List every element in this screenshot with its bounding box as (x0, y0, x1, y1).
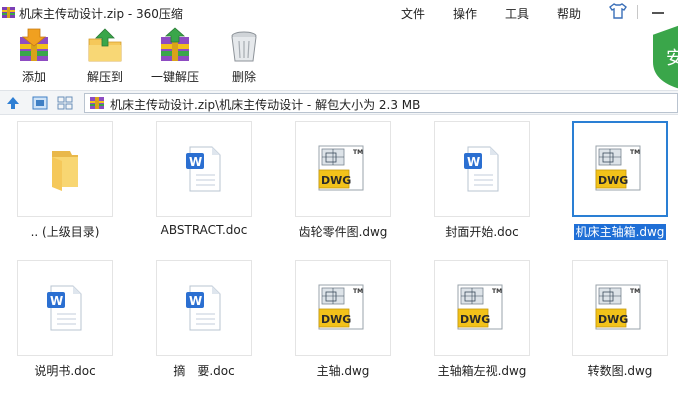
file-name-label: ABSTRACT.doc (144, 223, 264, 237)
menu-file[interactable]: 文件 (401, 5, 425, 22)
trash-icon (231, 31, 257, 62)
one-click-extract-button[interactable]: 一键解压 (147, 27, 203, 89)
file-item[interactable]: DWG TM 主轴.dwg (295, 260, 391, 384)
svg-text:DWG: DWG (321, 174, 351, 187)
file-thumbnail[interactable]: W (156, 121, 252, 217)
file-name-text: 机床主轴箱.dwg (573, 224, 667, 240)
file-name-text: 摘 要.doc (173, 364, 235, 378)
svg-text:DWG: DWG (460, 313, 490, 326)
dwg-file-icon: DWG TM (318, 145, 364, 191)
add-label: 添加 (21, 70, 46, 84)
menu-help[interactable]: 帮助 (557, 5, 581, 22)
toolbar: 添加 解压到 一键解压 删除 (0, 27, 678, 89)
add-archive-icon (20, 28, 48, 61)
word-doc-icon: W (47, 285, 82, 331)
svg-text:TM: TM (353, 149, 363, 156)
security-shield-icon[interactable]: 安 (650, 22, 678, 92)
file-thumbnail[interactable]: W (156, 260, 252, 356)
extract-to-label: 解压到 (86, 70, 123, 84)
file-grid: .. (上级目录) W ABSTRACT.doc DWG TM 齿轮零件图.dwg W 封面开… (0, 116, 678, 408)
svg-text:W: W (467, 155, 480, 169)
svg-text:DWG: DWG (598, 174, 628, 187)
file-thumbnail[interactable]: DWG TM (434, 260, 530, 356)
file-item[interactable]: W 封面开始.doc (434, 121, 530, 245)
svg-text:TM: TM (492, 288, 502, 295)
file-name-label: .. (上级目录) (5, 223, 125, 240)
file-item[interactable]: DWG TM 齿轮零件图.dwg (295, 121, 391, 245)
folder-icon (52, 151, 78, 191)
file-name-text: 主轴.dwg (316, 364, 370, 378)
svg-text:W: W (189, 155, 202, 169)
file-name-text: 说明书.doc (34, 364, 96, 378)
word-doc-icon: W (464, 146, 499, 192)
file-item[interactable]: DWG TM 转数图.dwg (572, 260, 668, 384)
dwg-file-icon: DWG TM (595, 284, 641, 330)
address-row: 机床主传动设计.zip\机床主传动设计 - 解包大小为 2.3 MB (0, 90, 678, 115)
delete-button[interactable]: 删除 (224, 27, 264, 89)
file-item[interactable]: W ABSTRACT.doc (156, 121, 252, 245)
titlebar-separator (637, 5, 638, 19)
title-bar: 机床主传动设计.zip - 360压缩 文件 操作 工具 帮助 (0, 0, 678, 27)
large-icon-view-icon[interactable] (32, 96, 48, 110)
file-name-label: 摘 要.doc (144, 362, 264, 379)
file-name-label: 主轴箱左视.dwg (422, 362, 542, 379)
small-icon-view-icon[interactable] (57, 96, 73, 110)
file-item[interactable]: DWG TM 机床主轴箱.dwg (572, 121, 668, 245)
address-field[interactable]: 机床主传动设计.zip\机床主传动设计 - 解包大小为 2.3 MB (84, 93, 678, 113)
skin-shirt-icon[interactable] (609, 3, 627, 19)
file-name-label: 转数图.dwg (560, 362, 678, 379)
svg-text:TM: TM (630, 288, 640, 295)
file-name-label: 说明书.doc (5, 362, 125, 379)
svg-text:W: W (50, 294, 63, 308)
file-thumbnail[interactable]: W (17, 260, 113, 356)
file-name-text: 主轴箱左视.dwg (437, 364, 527, 378)
file-name-label: 主轴.dwg (283, 362, 403, 379)
app-archive-icon (2, 7, 15, 18)
file-name-label: 机床主轴箱.dwg (560, 223, 678, 240)
dwg-file-icon: DWG TM (318, 284, 364, 330)
address-path: 机床主传动设计.zip\机床主传动设计 - 解包大小为 2.3 MB (110, 98, 421, 112)
file-item[interactable]: W 摘 要.doc (156, 260, 252, 384)
word-doc-icon: W (186, 285, 221, 331)
file-item[interactable]: .. (上级目录) (17, 121, 113, 245)
svg-text:DWG: DWG (598, 313, 628, 326)
extract-to-button[interactable]: 解压到 (80, 27, 130, 89)
menu-tools[interactable]: 工具 (505, 5, 529, 22)
file-item[interactable]: W 说明书.doc (17, 260, 113, 384)
up-arrow-icon[interactable] (6, 96, 20, 110)
minimize-icon[interactable] (652, 12, 664, 14)
file-name-label: 封面开始.doc (422, 223, 542, 240)
file-item[interactable]: DWG TM 主轴箱左视.dwg (434, 260, 530, 384)
add-button[interactable]: 添加 (12, 27, 56, 89)
file-thumbnail[interactable]: W (434, 121, 530, 217)
file-thumbnail[interactable]: DWG TM (295, 260, 391, 356)
svg-text:W: W (189, 294, 202, 308)
file-thumbnail[interactable]: DWG TM (295, 121, 391, 217)
file-name-text: 封面开始.doc (445, 225, 519, 239)
file-name-label: 齿轮零件图.dwg (283, 223, 403, 240)
extract-folder-icon (88, 28, 122, 62)
file-thumbnail[interactable]: DWG TM (572, 260, 668, 356)
svg-text:TM: TM (353, 288, 363, 295)
menu-operation[interactable]: 操作 (453, 5, 477, 22)
file-thumbnail[interactable]: DWG TM (572, 121, 668, 217)
svg-text:TM: TM (630, 149, 640, 156)
svg-text:DWG: DWG (321, 313, 351, 326)
dwg-file-icon: DWG TM (595, 145, 641, 191)
security-badge-text: 安 (666, 48, 678, 69)
archive-path-icon (90, 97, 104, 109)
delete-label: 删除 (231, 70, 256, 84)
one-click-extract-icon (161, 27, 189, 61)
file-thumbnail[interactable] (17, 121, 113, 217)
file-name-text: 转数图.dwg (587, 364, 653, 378)
dwg-file-icon: DWG TM (457, 284, 503, 330)
file-name-text: 齿轮零件图.dwg (298, 225, 388, 239)
one-click-extract-label: 一键解压 (150, 70, 199, 84)
file-name-text: .. (上级目录) (30, 225, 100, 239)
word-doc-icon: W (186, 146, 221, 192)
window-title: 机床主传动设计.zip - 360压缩 (19, 7, 183, 21)
file-name-text: ABSTRACT.doc (160, 223, 248, 237)
